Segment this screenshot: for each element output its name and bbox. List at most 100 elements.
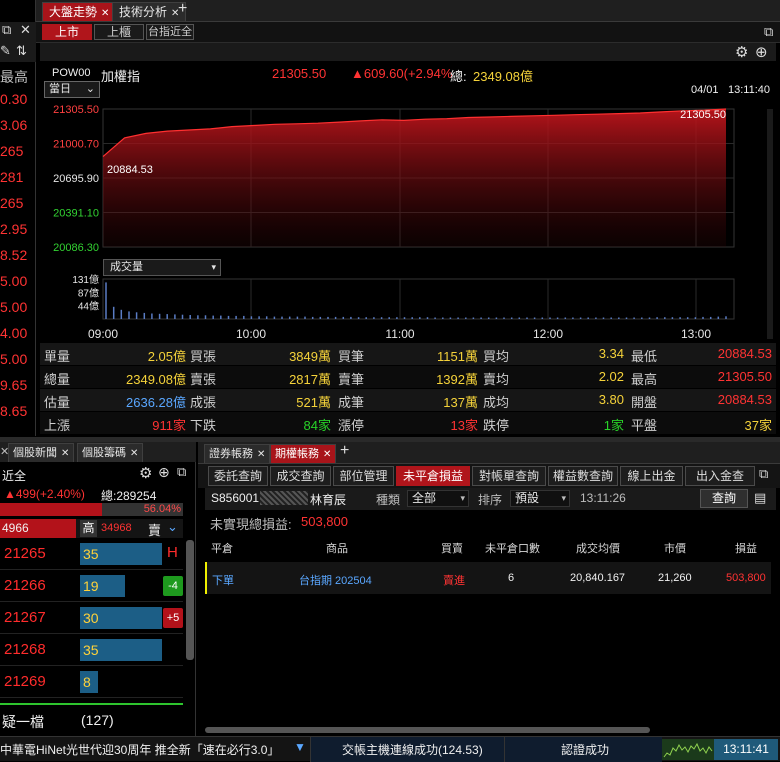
period-select[interactable]: 當日 ⌄	[44, 81, 100, 98]
gear-icon[interactable]: ⚙	[139, 464, 152, 482]
stat-label: 成筆	[338, 395, 365, 410]
news-ticker[interactable]: 中華電HiNet光世代迎30周年 推全新「速在必行3.0」	[0, 741, 292, 758]
stat-value: 1家	[603, 418, 624, 433]
restore-icon[interactable]: ⧉	[759, 466, 768, 482]
row-product: 台指期 202504	[299, 575, 372, 587]
add-circle-icon[interactable]: ⊕	[755, 43, 768, 61]
query-time: 13:11:26	[580, 491, 626, 505]
top-tab-bar: 大盤走勢 ✕ 技術分析 ✕ +	[36, 0, 780, 22]
sort-select[interactable]: 預設 ▾	[510, 490, 570, 507]
add-tab-icon[interactable]: +	[178, 0, 187, 18]
close-icon[interactable]: ✕	[20, 22, 31, 38]
close-icon[interactable]: ✕	[101, 8, 109, 19]
ratio-bar: 56.04%	[0, 503, 183, 516]
subtab-4[interactable]: 對帳單查詢	[472, 466, 546, 486]
stat-value: 3849萬	[289, 349, 331, 364]
high-price-label: 21305.50	[680, 109, 726, 121]
ladder-volume: 35	[80, 543, 162, 565]
tab-technical-analysis[interactable]: 技術分析 ✕	[112, 2, 187, 21]
stat-label: 上漲	[44, 418, 71, 433]
market-otc-button[interactable]: 上櫃	[94, 24, 144, 40]
stat-value: 2.02	[598, 369, 624, 384]
left-price-item: 265	[0, 143, 24, 159]
market-selector-bar: 上市 上櫃 台指近全 ⧉	[36, 22, 780, 43]
edit-icon[interactable]: ✎	[0, 43, 11, 59]
tab-label: 大盤走勢	[49, 5, 98, 19]
x-tick-label: 11:00	[385, 327, 414, 341]
stat-value: 20884.53	[717, 392, 772, 407]
add-tab-icon[interactable]: +	[340, 442, 349, 460]
ladder-row[interactable]: 21266 19 -4	[0, 571, 183, 602]
left-price-item: 5.00	[0, 351, 28, 367]
restore-icon[interactable]: ⧉	[2, 22, 11, 38]
chevron-down-icon: ⌄	[85, 83, 95, 95]
stats-row: 總量 2349.08億 賣張 2817萬 賣筆 1392萬 賣均 2.02 最高 21305.50	[40, 366, 776, 388]
restore-icon[interactable]: ⧉	[764, 24, 773, 40]
chevron-down-icon[interactable]: ⌄	[167, 519, 178, 535]
indicator-select[interactable]: 成交量 ▾	[103, 259, 221, 276]
tab-futures-account[interactable]: 期權帳務 ✕	[270, 444, 337, 463]
tab-market-trend[interactable]: 大盤走勢 ✕	[42, 2, 117, 21]
subtab-7[interactable]: 出入金查	[685, 466, 755, 486]
ladder-price: 21268	[4, 641, 46, 658]
stat-label: 最高	[631, 372, 658, 387]
sort-icon[interactable]: ⇅	[16, 43, 27, 59]
stat-label: 最低	[631, 349, 658, 364]
query-button[interactable]: 查詢	[700, 489, 748, 508]
market-listed-button[interactable]: 上市	[42, 24, 92, 40]
subtab-6[interactable]: 線上出金	[620, 466, 683, 486]
close-icon[interactable]: ✕	[323, 449, 331, 460]
left-price-item: 281	[0, 169, 24, 185]
ladder-row[interactable]: 21269 8	[0, 667, 183, 698]
stat-label: 跌停	[483, 418, 510, 433]
column-header: 成交均價	[576, 543, 620, 555]
y-tick-label: 21000.70	[53, 139, 99, 151]
close-icon[interactable]: ✕	[130, 448, 138, 459]
ticker-dropdown-icon[interactable]: ▼	[294, 740, 306, 754]
horizontal-scrollbar[interactable]	[205, 727, 650, 733]
stats-row: 上漲 911家 下跌 84家 漲停 13家 跌停 1家 平盤 37家	[40, 412, 776, 434]
row-close-link[interactable]: 下單	[212, 572, 234, 588]
tab-stock-news[interactable]: 個股新聞 ✕	[8, 443, 75, 462]
stat-label: 買張	[190, 349, 217, 364]
close-icon[interactable]: ✕	[257, 449, 265, 460]
stat-label: 漲停	[338, 418, 365, 433]
tab-stock-chips[interactable]: 個股籌碼 ✕	[77, 443, 144, 462]
add-circle-icon[interactable]: ⊕	[158, 464, 170, 481]
subtab-2[interactable]: 部位管理	[333, 466, 394, 486]
stat-value: 21305.50	[717, 369, 772, 384]
subtab-3[interactable]: 未平倉損益	[396, 466, 470, 486]
gear-icon[interactable]: ⚙	[735, 43, 748, 61]
restore-icon[interactable]: ⧉	[177, 464, 186, 480]
sell-label: 賣	[148, 523, 162, 538]
kind-select[interactable]: 全部 ▾	[407, 490, 469, 507]
left-price-item: 8.52	[0, 247, 28, 263]
stat-label: 單量	[44, 349, 71, 364]
chart-scrollbar[interactable]	[767, 109, 773, 339]
subtab-0[interactable]: 委託查詢	[208, 466, 268, 486]
stat-value: 911家	[152, 418, 186, 433]
market-futures-button[interactable]: 台指近全	[146, 24, 194, 40]
unrealized-value: 503,800	[301, 514, 348, 529]
subtab-5[interactable]: 權益數查詢	[548, 466, 618, 486]
stat-label: 成均	[483, 395, 510, 410]
index-header: POW00 加權指 21305.50 ▲609.60(+2.94% 總: 234…	[40, 61, 776, 101]
row-qty: 6	[508, 572, 515, 584]
subtab-1[interactable]: 成交查詢	[270, 466, 331, 486]
close-icon[interactable]: ✕	[61, 448, 69, 459]
ladder-row[interactable]: 21265 35 H	[0, 539, 183, 570]
stat-label: 賣筆	[338, 372, 365, 387]
x-tick-label: 09:00	[88, 327, 118, 341]
ladder-row[interactable]: 21268 35	[0, 635, 183, 666]
chevron-down-icon: ▾	[460, 493, 465, 503]
stat-value: 2.05億	[147, 349, 186, 364]
ladder-row[interactable]: 21267 30 +5	[0, 603, 183, 634]
ladder-scrollbar[interactable]	[186, 540, 194, 660]
chart-toolbar: ⚙ ⊕	[40, 43, 776, 61]
stats-row: 估量 2636.28億 成張 521萬 成筆 137萬 成均 3.80 開盤 20884.53	[40, 389, 776, 411]
column-header: 損益	[735, 543, 757, 555]
stat-value: 2349.08億	[126, 372, 186, 387]
tab-label: 個股籌碼	[82, 447, 126, 459]
export-icon[interactable]: ▤	[754, 490, 766, 506]
tab-securities-account[interactable]: 證券帳務 ✕	[204, 444, 271, 463]
